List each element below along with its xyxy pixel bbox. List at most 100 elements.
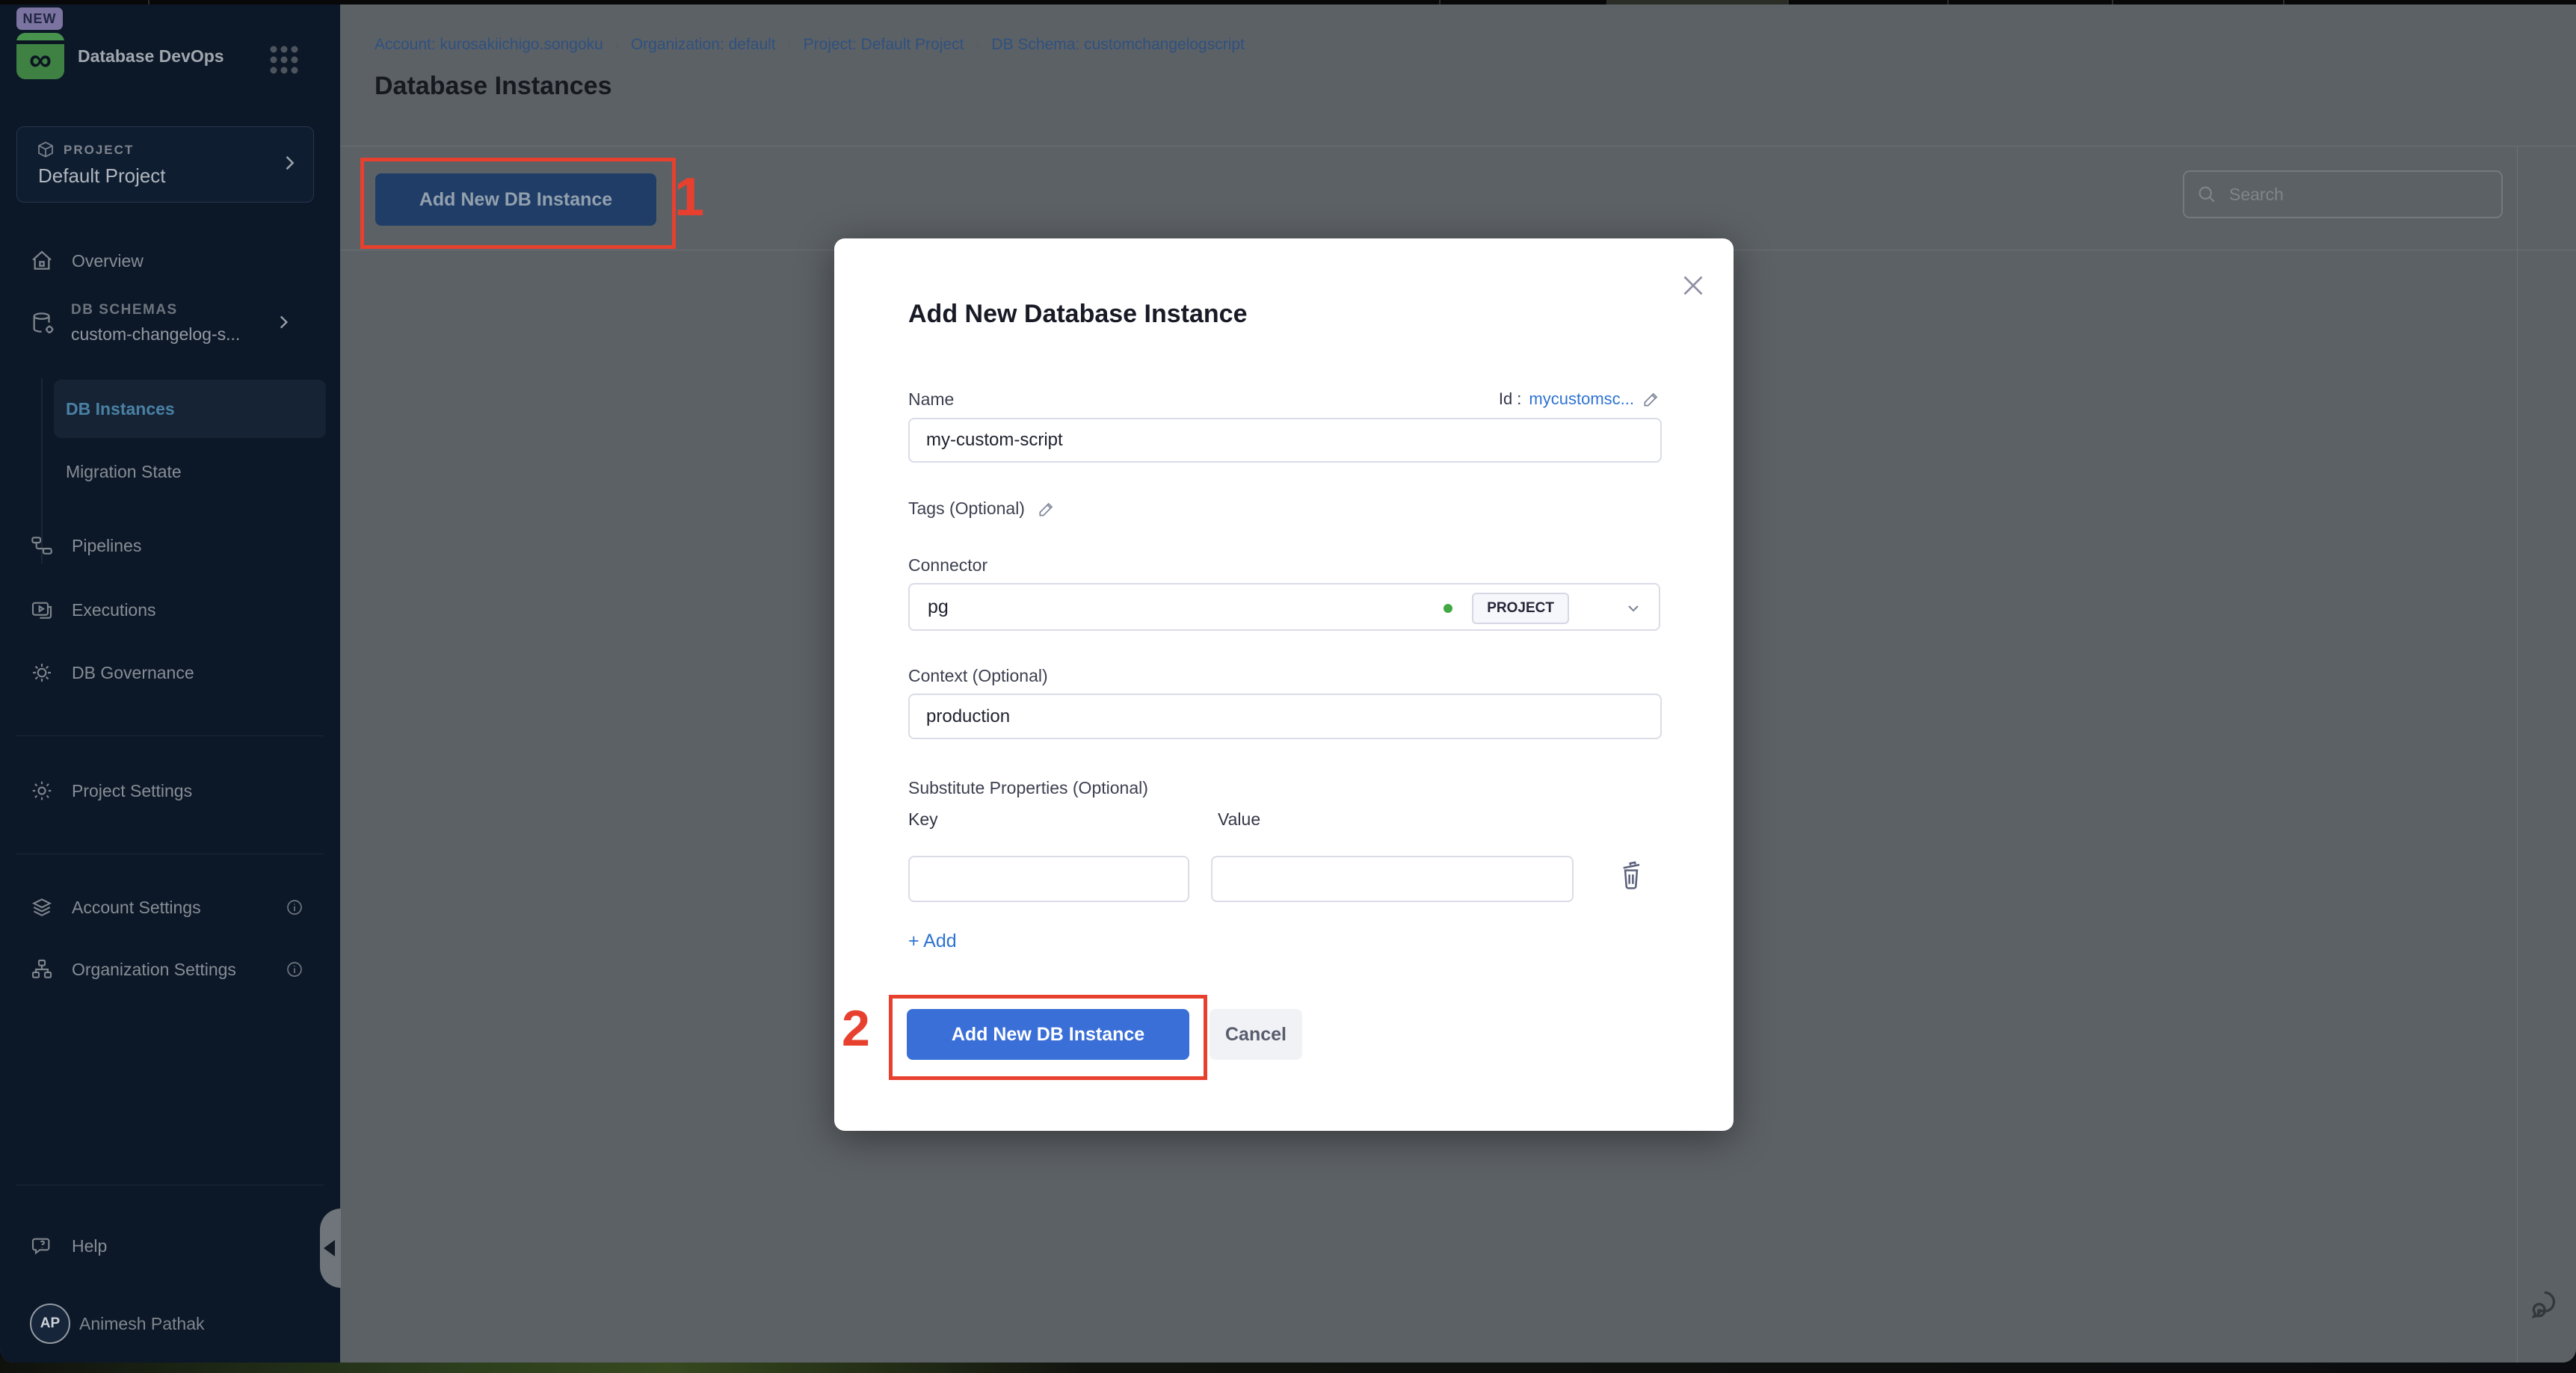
sidebar-item-project-settings[interactable]: Project Settings <box>30 779 192 803</box>
connector-value: pg <box>928 596 949 618</box>
modal-cancel-button[interactable]: Cancel <box>1210 1009 1302 1060</box>
project-selector-label: PROJECT <box>64 143 134 158</box>
search-box[interactable] <box>2183 170 2503 218</box>
user-name: Animesh Pathak <box>79 1314 204 1334</box>
sidebar-item-label: DB Instances <box>66 399 175 419</box>
edit-pencil-icon[interactable] <box>1037 499 1056 519</box>
close-icon[interactable] <box>1676 268 1710 303</box>
search-icon <box>2196 184 2217 205</box>
new-badge: NEW <box>16 7 63 30</box>
user-avatar[interactable]: AP <box>30 1303 70 1344</box>
content-right-rail <box>2517 146 2518 1363</box>
db-schemas-selected: custom-changelog-s... <box>71 324 240 345</box>
db-schemas-label: DB SCHEMAS <box>71 302 178 318</box>
sidebar-item-label: Help <box>72 1236 107 1256</box>
delete-row-trash-icon[interactable] <box>1617 859 1645 890</box>
page-title: Database Instances <box>375 72 612 101</box>
connector-scope-badge: PROJECT <box>1472 593 1569 624</box>
key-column-label: Key <box>908 809 938 830</box>
module-grid-icon[interactable] <box>268 43 301 76</box>
sidebar-item-account-settings[interactable]: Account Settings <box>30 895 201 919</box>
context-input[interactable] <box>908 694 1662 739</box>
sidebar-item-overview[interactable]: Overview <box>30 249 144 273</box>
browser-tab-strip <box>0 0 2576 4</box>
annotation-box-step1 <box>360 158 676 249</box>
breadcrumb-separator: › <box>787 36 792 54</box>
chevron-down-icon[interactable] <box>1624 599 1642 617</box>
id-label: Id : <box>1499 389 1522 409</box>
breadcrumb: Account: kurosakiichigo.songoku › Organi… <box>375 36 1245 54</box>
breadcrumb-separator: › <box>614 36 620 54</box>
breadcrumb-organization-link[interactable]: Organization: default <box>631 36 776 54</box>
info-icon[interactable] <box>286 898 303 916</box>
sidebar-item-db-governance[interactable]: DB Governance <box>30 661 194 685</box>
chevron-right-icon <box>279 152 300 173</box>
sidebar: NEW ∞ Database DevOps PROJECT Default Pr… <box>0 4 340 1363</box>
sidebar-item-label: Pipelines <box>72 536 141 556</box>
annotation-number-step2: 2 <box>842 1003 870 1054</box>
database-gear-icon <box>30 311 55 336</box>
executions-icon <box>30 598 54 622</box>
tab-strip-segment <box>150 0 1440 4</box>
annotation-box-step2 <box>889 995 1207 1080</box>
connector-status-dot <box>1443 604 1452 613</box>
layers-gear-icon <box>30 895 54 919</box>
chat-bubbles-icon[interactable] <box>2527 1286 2564 1323</box>
substitute-value-input[interactable] <box>1211 856 1574 902</box>
breadcrumb-account-link[interactable]: Account: kurosakiichigo.songoku <box>375 36 603 54</box>
project-selector-value: Default Project <box>38 164 166 188</box>
browser-window: NEW ∞ Database DevOps PROJECT Default Pr… <box>0 0 2576 1363</box>
value-column-label: Value <box>1218 809 1260 830</box>
help-chat-icon <box>30 1234 54 1258</box>
tab-strip-segment-active <box>1608 0 1789 4</box>
infinity-glyph: ∞ <box>29 44 52 75</box>
name-input[interactable] <box>908 418 1662 463</box>
tab-strip-segment <box>2284 0 2576 4</box>
database-devops-logo-icon: ∞ <box>16 33 64 79</box>
annotation-number-step1: 1 <box>674 170 704 224</box>
breadcrumb-separator: › <box>975 36 980 54</box>
connector-select[interactable]: pg PROJECT <box>908 583 1660 631</box>
name-label: Name <box>908 389 954 410</box>
governance-gear-icon <box>30 661 54 685</box>
tab-strip-segment <box>0 0 150 4</box>
substitute-properties-label: Substitute Properties (Optional) <box>908 778 1148 798</box>
modal-title: Add New Database Instance <box>908 300 1247 329</box>
sidebar-item-organization-settings[interactable]: Organization Settings <box>30 957 236 981</box>
sidebar-collapse-handle[interactable] <box>320 1209 341 1288</box>
screen: NEW ∞ Database DevOps PROJECT Default Pr… <box>0 0 2576 1373</box>
sidebar-item-label: DB Governance <box>72 663 194 683</box>
cube-icon <box>37 141 55 158</box>
connector-label: Connector <box>908 555 987 576</box>
tab-strip-segment <box>1949 0 2113 4</box>
sidebar-divider <box>16 735 324 736</box>
add-property-link[interactable]: + Add <box>908 931 957 952</box>
edit-pencil-icon[interactable] <box>1642 389 1661 409</box>
sidebar-item-executions[interactable]: Executions <box>30 598 156 622</box>
context-label: Context (Optional) <box>908 666 1048 686</box>
sidebar-item-pipelines[interactable]: Pipelines <box>30 534 141 558</box>
sidebar-item-db-instances[interactable]: DB Instances <box>54 380 326 438</box>
tags-row: Tags (Optional) <box>908 499 1056 519</box>
collapse-left-arrow-icon <box>324 1240 335 1256</box>
sidebar-item-label: Overview <box>72 251 144 271</box>
substitute-key-input[interactable] <box>908 856 1189 902</box>
sidebar-item-migration-state[interactable]: Migration State <box>66 462 182 482</box>
info-icon[interactable] <box>286 960 303 978</box>
sidebar-item-label: Account Settings <box>72 898 201 918</box>
id-value-link[interactable]: mycustomsc... <box>1529 389 1634 409</box>
home-icon <box>30 249 54 273</box>
tab-strip-segment <box>1789 0 1949 4</box>
project-selector[interactable]: PROJECT Default Project <box>16 126 314 203</box>
search-input[interactable] <box>2228 184 2489 206</box>
sidebar-item-label: Migration State <box>66 462 182 481</box>
gear-icon <box>30 779 54 803</box>
breadcrumb-project-link[interactable]: Project: Default Project <box>804 36 964 54</box>
sidebar-item-help[interactable]: Help <box>30 1234 107 1258</box>
tags-label: Tags (Optional) <box>908 499 1025 519</box>
app-title: Database DevOps <box>78 46 224 67</box>
sidebar-item-label: Executions <box>72 600 156 620</box>
tab-strip-segment <box>1440 0 1608 4</box>
sidebar-item-label: Organization Settings <box>72 960 236 980</box>
breadcrumb-dbschema-link[interactable]: DB Schema: customchangelogscript <box>991 36 1245 54</box>
